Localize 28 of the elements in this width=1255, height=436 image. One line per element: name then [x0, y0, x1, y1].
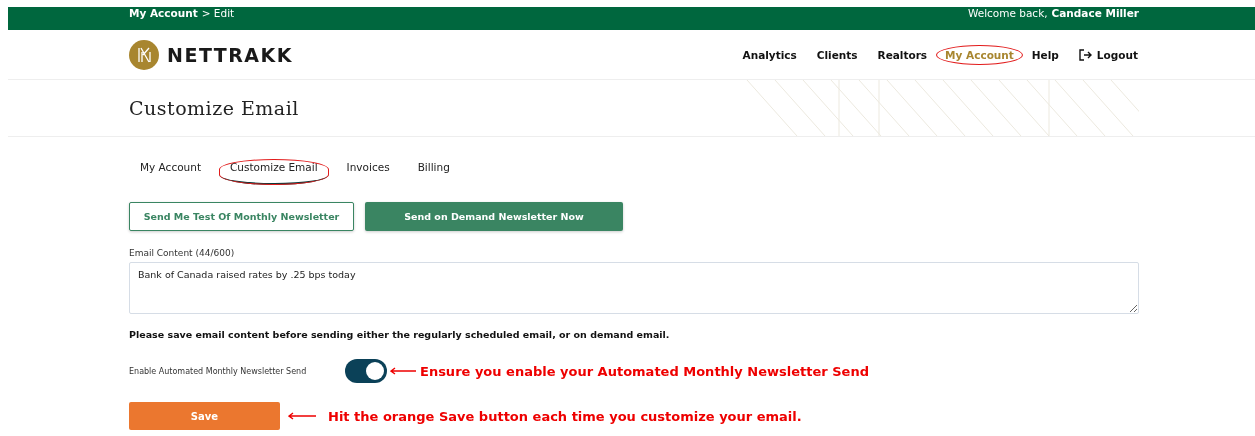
field-label: Email Content (44/600): [129, 248, 236, 258]
nav-link[interactable]: Realtors: [876, 44, 929, 65]
page-title: Customize Email: [129, 97, 299, 119]
action-button[interactable]: Send Me Test Of Monthly Newsletter: [129, 202, 354, 231]
email-content-field[interactable]: Bank of Canada raised rates by .25 bps today: [129, 262, 1139, 314]
user-name: Candace Miller: [1051, 7, 1139, 19]
annotation-text: Ensure you enable your Automated Monthly Newsletter Send: [420, 363, 869, 379]
breadcrumb-link[interactable]: My Account: [129, 7, 198, 19]
toggle-label: Enable Automated Monthly Newsletter Send: [129, 366, 308, 376]
toggle-switch[interactable]: [345, 359, 387, 383]
logo-icon[interactable]: [129, 39, 159, 70]
tab[interactable]: Invoices: [346, 159, 390, 185]
tab[interactable]: My Account: [140, 159, 201, 185]
logo-text[interactable]: NETTRAKK: [167, 43, 294, 66]
nav-link[interactable]: Clients: [815, 44, 859, 65]
logout-icon[interactable]: [1078, 48, 1092, 61]
nav-link[interactable]: Help: [1030, 44, 1060, 65]
breadcrumb-current: > Edit: [201, 7, 235, 19]
nav-link[interactable]: Logout: [1077, 44, 1139, 65]
arrow-icon: [288, 412, 316, 420]
notice-text: Please save email content before sending either the regularly scheduled email, or on demand email.: [129, 329, 671, 340]
action-button[interactable]: Send on Demand Newsletter Now: [365, 202, 623, 231]
welcome-text: Welcome back,: [967, 7, 1048, 19]
arrow-icon: [390, 367, 416, 375]
tab[interactable]: Billing: [417, 159, 450, 185]
tab[interactable]: Customize Email: [219, 159, 329, 185]
nav-link[interactable]: Analytics: [741, 44, 798, 65]
annotation-text: Hit the orange Save button each time you customize your email.: [328, 408, 802, 424]
